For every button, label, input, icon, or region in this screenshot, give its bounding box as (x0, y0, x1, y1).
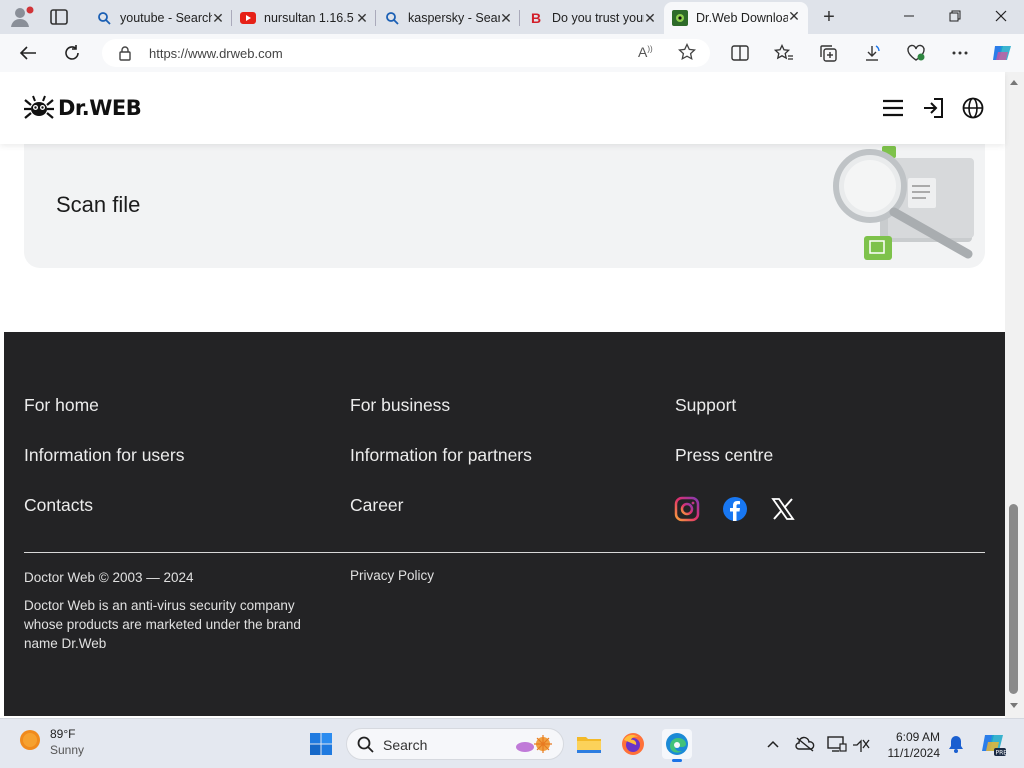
facebook-icon[interactable] (722, 496, 748, 522)
footer-link-career[interactable]: Career (350, 495, 404, 516)
windows-taskbar: 89°F Sunny Search 6:09 AM 11/1/2024 PRE (0, 718, 1024, 768)
url-text[interactable]: https://www.drweb.com (149, 46, 283, 61)
downloads-icon[interactable] (860, 42, 884, 64)
youtube-icon (240, 10, 256, 26)
tab-youtube-search[interactable]: youtube - Search ✕ (88, 4, 232, 32)
copilot-icon[interactable] (990, 42, 1014, 64)
tab-drweb-downloads[interactable]: Dr.Web Downloads ✕ (664, 2, 808, 34)
search-icon (384, 10, 400, 26)
tab-title: nursultan 1.16.5 (264, 11, 354, 25)
sun-icon (18, 728, 42, 757)
footer-link-information-for-partners[interactable]: Information for partners (350, 445, 532, 466)
new-tab-button[interactable]: + (818, 6, 840, 28)
favorite-star-icon[interactable] (678, 42, 696, 66)
footer-link-support[interactable]: Support (675, 395, 736, 416)
system-clock[interactable]: 6:09 AM 11/1/2024 (876, 729, 941, 761)
b-logo-icon: B (530, 10, 542, 26)
site-header: Dr.WEB (0, 72, 1005, 144)
search-icon (96, 10, 112, 26)
split-screen-icon[interactable] (728, 42, 752, 64)
drweb-spider-icon (24, 95, 54, 119)
company-description: Doctor Web is an anti-virus security com… (24, 598, 301, 651)
close-tab-icon[interactable]: ✕ (642, 10, 658, 26)
drweb-icon (672, 10, 688, 26)
footer-link-information-for-users[interactable]: Information for users (24, 445, 184, 466)
clock-date: 11/1/2024 (887, 746, 941, 760)
display-icon[interactable] (826, 733, 848, 755)
lock-icon[interactable] (118, 45, 132, 66)
network-volume-icon[interactable] (850, 733, 872, 755)
taskbar-search-box[interactable]: Search (346, 728, 564, 760)
read-aloud-icon[interactable]: A)) (638, 44, 653, 60)
search-label: Search (383, 737, 428, 753)
minimize-icon[interactable] (886, 0, 932, 32)
tab-actions-icon[interactable] (48, 6, 72, 28)
page-scrollbar[interactable] (1005, 72, 1024, 718)
magnifier-folder-illustration (830, 144, 980, 264)
restore-icon[interactable] (932, 0, 978, 32)
close-window-icon[interactable] (978, 0, 1024, 32)
footer-divider (24, 552, 985, 553)
page-viewport: Scan file Dr.WEB For home Information fo… (0, 72, 1024, 718)
tab-title: youtube - Search (120, 11, 212, 25)
back-icon[interactable] (16, 42, 40, 64)
more-options-icon[interactable] (948, 42, 972, 64)
footer-link-for-home[interactable]: For home (24, 395, 99, 416)
logo-text: Dr.WEB (58, 96, 142, 120)
footer-link-contacts[interactable]: Contacts (24, 495, 93, 516)
close-tab-icon[interactable]: ✕ (354, 10, 370, 26)
privacy-policy-link[interactable]: Privacy Policy (350, 568, 434, 583)
close-tab-icon[interactable]: ✕ (786, 8, 802, 24)
copilot-taskbar-icon[interactable]: PRE (980, 731, 1006, 757)
browser-essentials-icon[interactable] (904, 42, 928, 64)
footer-link-press-centre[interactable]: Press centre (675, 445, 773, 466)
address-bar[interactable]: https://www.drweb.com A)) (102, 39, 710, 67)
show-hidden-icons-chevron-icon[interactable] (762, 733, 784, 755)
instagram-icon[interactable] (674, 496, 700, 522)
drweb-logo[interactable]: Dr.WEB (24, 94, 142, 122)
scrollbar-thumb[interactable] (1009, 504, 1018, 694)
notification-bell-icon[interactable] (945, 733, 967, 755)
globe-icon[interactable] (961, 96, 985, 120)
svg-text:PRE: PRE (996, 750, 1007, 757)
scroll-down-icon[interactable] (1009, 702, 1019, 710)
firefox-icon[interactable] (618, 729, 648, 759)
favorites-icon[interactable] (772, 42, 796, 64)
edge-taskbar-icon[interactable] (662, 729, 692, 762)
close-tab-icon[interactable]: ✕ (210, 10, 226, 26)
active-app-indicator (672, 759, 682, 762)
weather-widget[interactable]: 89°F Sunny (18, 727, 84, 757)
collections-icon[interactable] (816, 42, 840, 64)
weather-description: Sunny (50, 743, 85, 757)
browser-tab-strip: youtube - Search ✕ nursultan 1.16.5 ✕ ka… (0, 0, 1024, 34)
onedrive-offline-icon[interactable] (794, 733, 816, 755)
weather-temperature: 89°F (50, 727, 76, 741)
hamburger-menu-icon[interactable] (881, 96, 905, 120)
windows-start-icon[interactable] (306, 729, 336, 759)
tab-kaspersky-search[interactable]: kaspersky - Search ✕ (376, 4, 520, 32)
search-icon (357, 736, 374, 758)
sign-in-icon[interactable] (921, 96, 945, 120)
close-tab-icon[interactable]: ✕ (498, 10, 514, 26)
scroll-up-icon[interactable] (1009, 78, 1019, 86)
tab-title: Do you trust your (552, 11, 644, 25)
search-highlight-icon (513, 733, 557, 760)
x-icon[interactable] (770, 496, 796, 522)
site-footer: For home Information for users Contacts … (4, 332, 1005, 716)
file-explorer-icon[interactable] (574, 729, 604, 759)
tab-nursultan[interactable]: nursultan 1.16.5 ✕ (232, 4, 376, 32)
copyright-text: Doctor Web © 2003 — 2024 (24, 570, 194, 585)
tab-do-you-trust[interactable]: B Do you trust your ✕ (520, 4, 664, 32)
refresh-icon[interactable] (60, 42, 84, 64)
profile-avatar-icon[interactable] (8, 5, 36, 29)
clock-time: 6:09 AM (895, 730, 940, 744)
scan-file-title[interactable]: Scan file (56, 192, 140, 218)
tab-title: kaspersky - Search (408, 11, 500, 25)
tab-title: Dr.Web Downloads (696, 11, 788, 25)
browser-toolbar: https://www.drweb.com A)) (0, 34, 1024, 72)
footer-link-for-business[interactable]: For business (350, 395, 450, 416)
